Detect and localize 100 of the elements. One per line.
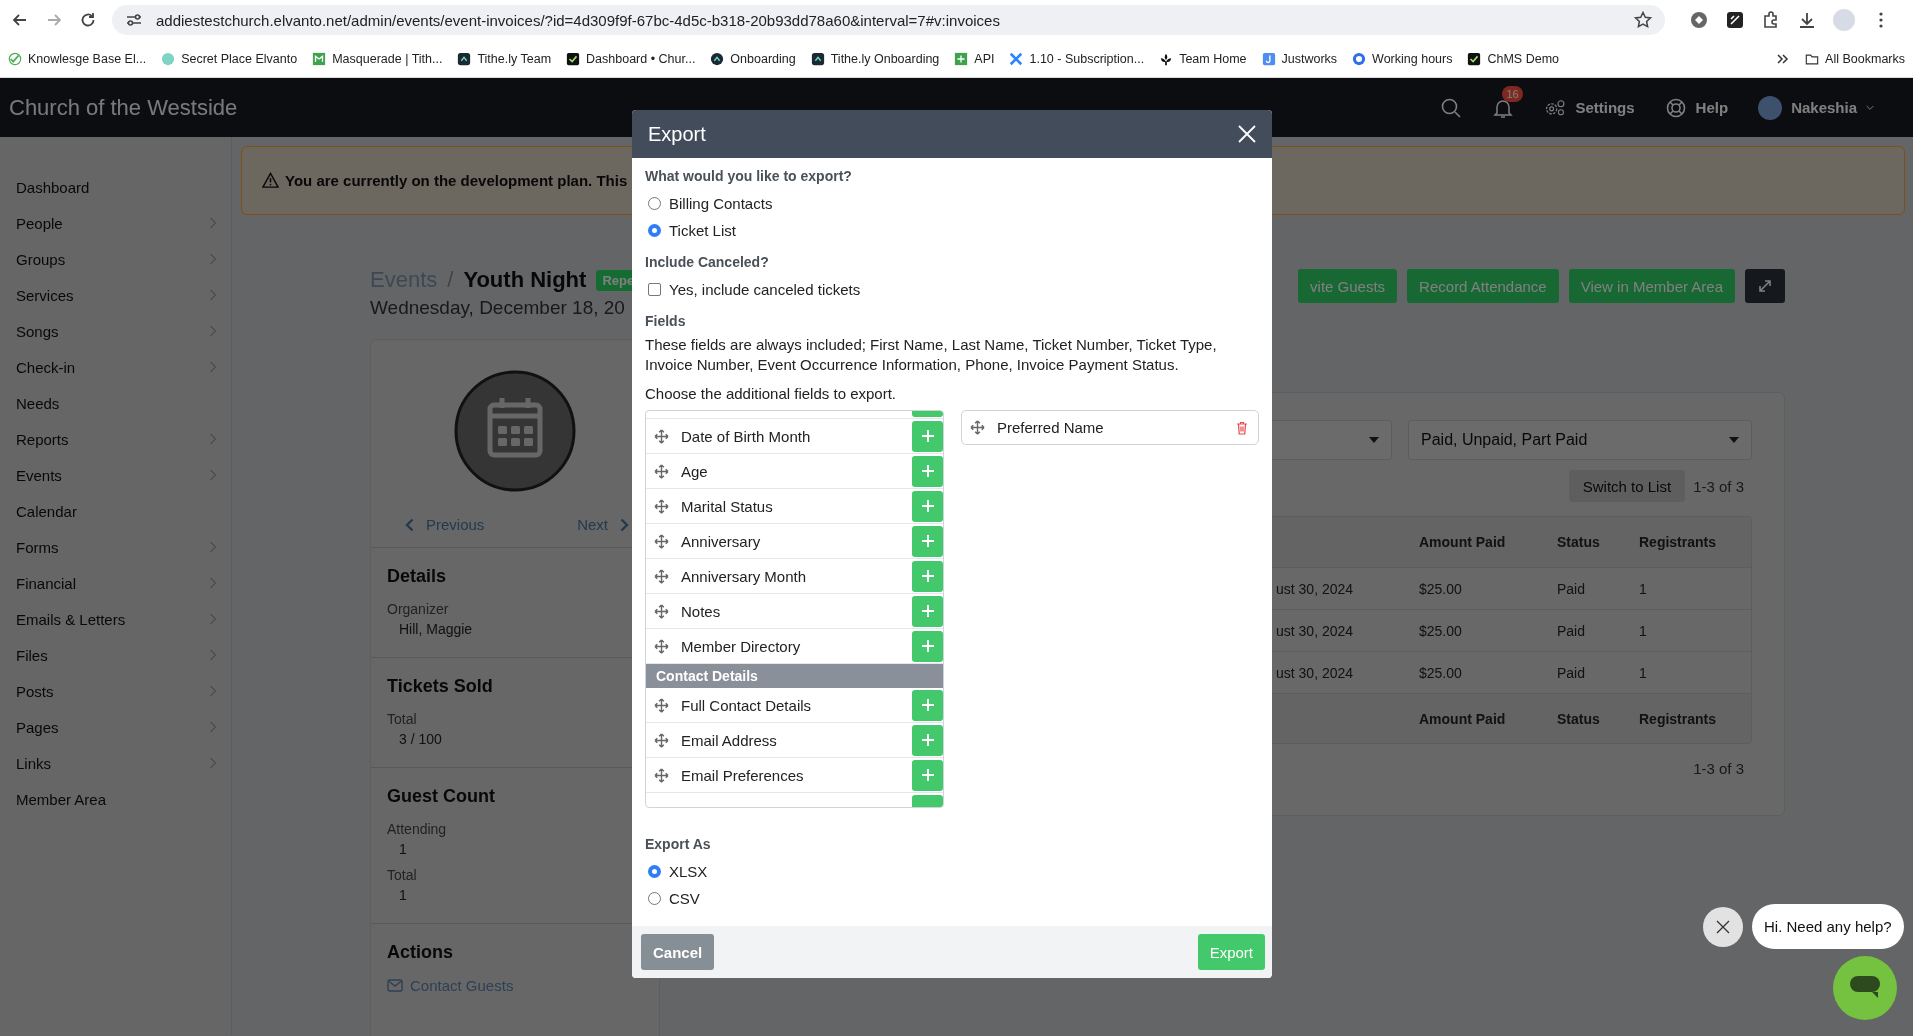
radio-option[interactable]: XLSX bbox=[645, 858, 1259, 885]
field-row[interactable]: Email Address bbox=[646, 723, 943, 758]
star-icon[interactable] bbox=[1633, 10, 1653, 30]
field-row[interactable]: Age bbox=[646, 454, 943, 489]
move-icon[interactable] bbox=[654, 498, 669, 514]
bookmark[interactable]: Knowlesge Base El... bbox=[8, 51, 147, 66]
radio-option[interactable]: Billing Contacts bbox=[645, 190, 1259, 217]
help-link[interactable]: Help bbox=[1664, 96, 1729, 119]
move-icon[interactable] bbox=[970, 420, 985, 435]
expand-button[interactable] bbox=[1745, 269, 1785, 303]
sidebar-item[interactable]: Songs bbox=[0, 313, 231, 349]
sidebar-item[interactable]: Member Area bbox=[0, 781, 231, 817]
radio-button[interactable] bbox=[648, 197, 661, 210]
sidebar-item[interactable]: Links bbox=[0, 745, 231, 781]
radio-option[interactable]: CSV bbox=[645, 885, 1259, 912]
close-button[interactable] bbox=[1236, 123, 1258, 145]
sidebar-item[interactable]: Services bbox=[0, 277, 231, 313]
settings-link[interactable]: Settings bbox=[1544, 96, 1635, 119]
download-icon[interactable] bbox=[1797, 10, 1817, 30]
field-label: Organizer bbox=[387, 601, 450, 617]
move-icon[interactable] bbox=[654, 428, 669, 444]
sidebar-item[interactable]: Events bbox=[0, 457, 231, 493]
sidebar-item[interactable]: Reports bbox=[0, 421, 231, 457]
event-title: Youth Night bbox=[463, 267, 587, 293]
bookmark[interactable]: Masquerade | Tith... bbox=[312, 51, 443, 66]
sidebar-item[interactable]: Files bbox=[0, 637, 231, 673]
bookmark[interactable]: Dashboard • Chur... bbox=[566, 51, 696, 66]
sidebar-item[interactable]: Emails & Letters bbox=[0, 601, 231, 637]
checkbox[interactable] bbox=[648, 283, 661, 296]
field-row[interactable]: Email Preferences bbox=[646, 758, 943, 793]
sidebar-item[interactable]: Financial bbox=[0, 565, 231, 601]
close-button[interactable] bbox=[1703, 907, 1743, 947]
selected-field[interactable]: Preferred Name bbox=[961, 410, 1259, 445]
bookmark[interactable]: Justworks bbox=[1261, 51, 1338, 66]
sidebar-item[interactable]: Calendar bbox=[0, 493, 231, 529]
sidebar-item[interactable]: Check-in bbox=[0, 349, 231, 385]
field-row[interactable]: Anniversary Month bbox=[646, 559, 943, 594]
search-icon[interactable] bbox=[1440, 96, 1463, 119]
envelope-icon bbox=[387, 979, 403, 992]
sidebar-item[interactable]: Forms bbox=[0, 529, 231, 565]
brand-title[interactable]: Church of the Westside bbox=[9, 94, 238, 121]
bookmark[interactable]: Working hours bbox=[1352, 51, 1453, 66]
field-row[interactable]: Notes bbox=[646, 594, 943, 629]
url-text: addiestestchurch.elvanto.net/admin/events/event-invoices/?id=4d309f9f-67bc-4d5c-b318-20b93dd78a60&interval=7#v:invoices bbox=[156, 11, 1001, 29]
move-icon[interactable] bbox=[654, 697, 669, 713]
radio-button[interactable] bbox=[648, 865, 661, 878]
table-cell-text: Paid bbox=[1556, 622, 1587, 639]
dialog-title: Export bbox=[648, 122, 706, 146]
move-icon[interactable] bbox=[654, 767, 669, 783]
app-icon bbox=[457, 51, 472, 66]
move-icon[interactable] bbox=[654, 638, 669, 654]
address-bar[interactable]: addiestestchurch.elvanto.net/admin/events/event-invoices/?id=4d309f9f-67bc-4d5c-b318-20b93dd78a60&interval=7#v:invoices bbox=[112, 5, 1665, 35]
move-icon[interactable] bbox=[654, 568, 669, 584]
move-icon[interactable] bbox=[654, 533, 669, 549]
sidebar-item[interactable]: Needs bbox=[0, 385, 231, 421]
table-cell-text: ust 30, 2024 bbox=[1275, 664, 1355, 681]
cancel-button[interactable]: Cancel bbox=[641, 934, 715, 970]
field-label: Total bbox=[387, 711, 418, 727]
move-icon[interactable] bbox=[654, 463, 669, 479]
radio-button[interactable] bbox=[648, 224, 661, 237]
plus-icon bbox=[920, 768, 935, 782]
bookmark[interactable]: Tithe.ly Onboarding bbox=[810, 51, 940, 66]
field-row[interactable]: Date of Birth Month bbox=[646, 419, 943, 454]
trash-icon[interactable] bbox=[1236, 420, 1248, 435]
move-icon[interactable] bbox=[654, 732, 669, 748]
field-value: 1 bbox=[398, 887, 408, 903]
lifebuoy-icon bbox=[1664, 96, 1687, 119]
column-footer: Registrants bbox=[1627, 710, 1751, 727]
bookmark[interactable]: API bbox=[954, 51, 995, 66]
table-cell-text: Paid bbox=[1556, 664, 1587, 681]
bookmark[interactable]: Team Home bbox=[1159, 51, 1247, 66]
sidebar-item[interactable]: Dashboard bbox=[0, 169, 231, 205]
radio-button[interactable] bbox=[648, 892, 661, 905]
bookmark[interactable]: Tithe.ly Team bbox=[457, 51, 552, 66]
sidebar-item[interactable]: Pages bbox=[0, 709, 231, 745]
chevrons-icon[interactable] bbox=[1776, 51, 1791, 66]
bookmark[interactable]: ChMS Demo bbox=[1467, 51, 1559, 66]
circle-icon bbox=[1352, 51, 1367, 66]
field-row[interactable]: Full Contact Details bbox=[646, 688, 943, 723]
sidebar-item[interactable]: People bbox=[0, 205, 231, 241]
radio-option[interactable]: Ticket List bbox=[645, 217, 1259, 244]
instruction-text: Choose the additional fields to export. bbox=[645, 385, 897, 402]
bookmark[interactable]: Onboarding bbox=[710, 51, 796, 66]
section-label: Export As bbox=[645, 836, 712, 852]
sidebar-item[interactable]: Posts bbox=[0, 673, 231, 709]
move-icon[interactable] bbox=[654, 603, 669, 619]
question-label: What would you like to export? bbox=[645, 168, 853, 184]
chevron-left-icon bbox=[405, 517, 414, 532]
extension-icon[interactable] bbox=[1725, 10, 1745, 30]
sidebar-item[interactable]: Groups bbox=[0, 241, 231, 277]
bookmark[interactable]: Secret Place Elvanto bbox=[161, 51, 298, 66]
bookmark[interactable]: 1.10 - Subscription... bbox=[1009, 51, 1145, 66]
switch-view-button[interactable]: Switch to List bbox=[1568, 470, 1686, 502]
plus-icon bbox=[920, 464, 935, 478]
field-value: 3 / 100 bbox=[398, 731, 443, 747]
field-row[interactable]: Marital Status bbox=[646, 489, 943, 524]
field-row[interactable]: Anniversary bbox=[646, 524, 943, 559]
bookmark[interactable]: All Bookmarks bbox=[1805, 51, 1905, 66]
user-menu[interactable]: Nakeshia bbox=[1758, 95, 1874, 120]
status-dropdown[interactable]: Paid, Unpaid, Part Paid bbox=[1408, 420, 1752, 460]
